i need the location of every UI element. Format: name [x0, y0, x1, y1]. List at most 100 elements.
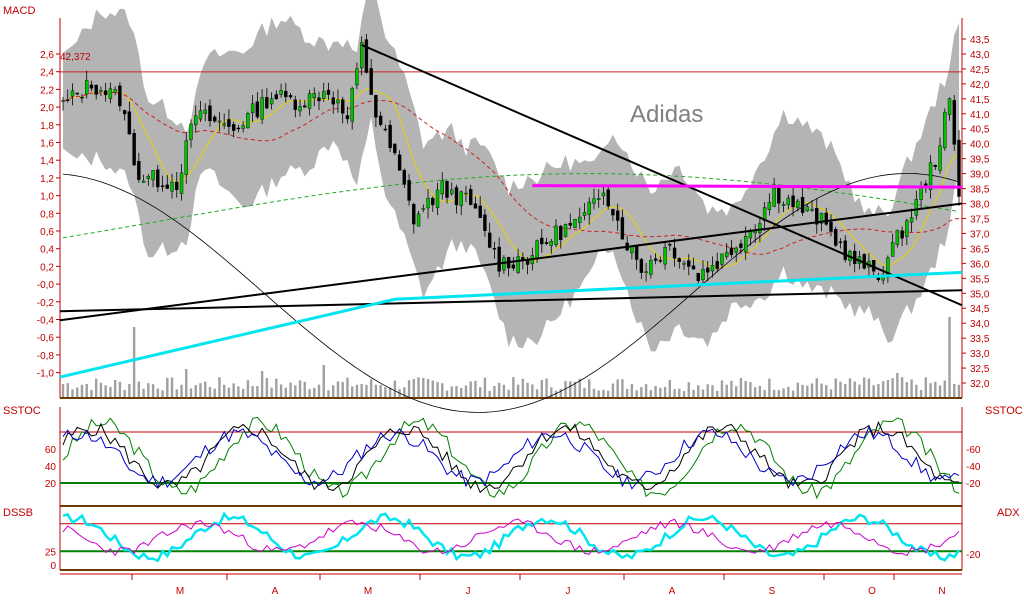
candle-body: [890, 242, 895, 257]
candle-body: [269, 98, 274, 105]
volume-bar: [881, 381, 885, 397]
volume-bar: [417, 377, 420, 397]
volume-bar: [734, 386, 738, 397]
candle-body: [540, 237, 544, 245]
candle-body: [720, 253, 724, 265]
candle-body: [122, 110, 127, 115]
volume-bar: [829, 389, 833, 397]
candle-body: [350, 88, 354, 122]
candle-body: [644, 271, 648, 273]
candle-body: [559, 225, 563, 240]
volume-bar: [71, 389, 74, 397]
volume-bar: [464, 385, 468, 397]
volume-bar: [393, 380, 397, 397]
volume-bar: [322, 365, 325, 397]
macd-axis-label: MACD: [3, 5, 35, 17]
volume-bar: [313, 387, 316, 397]
candle-body: [587, 201, 591, 215]
candle-body: [431, 197, 435, 206]
candle-body: [729, 247, 734, 255]
candle-body: [473, 203, 478, 209]
candle-body: [658, 260, 663, 262]
macd-tick-label: -0,8: [37, 351, 55, 362]
candle-body: [687, 260, 691, 267]
macd-tick-label: -0,2: [37, 298, 55, 309]
time-label: M: [364, 586, 372, 597]
candle-body: [445, 180, 449, 198]
volume-bar: [777, 390, 781, 397]
candle-body: [606, 189, 610, 207]
volume-bar: [957, 384, 961, 397]
volume-bar: [635, 390, 638, 397]
volume-bar: [834, 378, 837, 397]
volume-bar: [630, 384, 634, 397]
volume-bar: [649, 390, 653, 397]
candle-body: [914, 199, 919, 216]
volume-bar: [877, 384, 880, 397]
candle-body: [331, 97, 335, 105]
candle-body: [843, 240, 847, 260]
macd-tick-label: 2,4: [40, 68, 54, 79]
candle-body: [947, 98, 952, 115]
stoc-tick-right: -40: [966, 462, 981, 473]
candle-body: [175, 181, 179, 190]
candle-body: [943, 111, 947, 149]
volume-bar: [61, 384, 65, 397]
volume-bar: [109, 387, 112, 397]
candle-body: [317, 97, 321, 102]
volume-bar: [327, 390, 330, 397]
candle-body: [772, 187, 776, 207]
dssb-tick-left: 0: [50, 561, 56, 572]
candle-body: [554, 225, 558, 245]
volume-bar: [132, 327, 136, 397]
volume-bar: [810, 383, 814, 397]
candle-body: [450, 189, 454, 195]
candle-body: [407, 180, 411, 201]
volume-bar: [450, 386, 453, 397]
candle-body: [378, 115, 383, 125]
candle-body: [250, 103, 255, 114]
volume-bar: [104, 385, 107, 397]
price-tick-label: 40,5: [970, 125, 990, 136]
volume-bar: [697, 385, 700, 397]
macd-tick-label: 1,0: [40, 192, 54, 203]
volume-bar: [332, 385, 335, 397]
volume-bar: [588, 379, 591, 397]
candle-body: [620, 217, 625, 240]
macd-tick-label: -0,4: [37, 316, 55, 327]
macd-tick-label: 1,6: [40, 139, 54, 150]
candle-body: [75, 92, 79, 95]
stoc-signal-line: [62, 425, 960, 490]
volume-bar: [692, 389, 695, 397]
price-tick-label: 36,5: [970, 244, 990, 255]
volume-bar: [682, 390, 686, 397]
candle-body: [758, 223, 762, 233]
volume-bar: [768, 378, 771, 397]
price-tick-label: 37,0: [970, 229, 990, 240]
candle-body: [132, 133, 136, 166]
volume-bar: [801, 384, 804, 397]
candle-body: [70, 90, 75, 97]
volume-bar: [175, 389, 178, 397]
volume-bar: [213, 388, 216, 397]
volume-bar: [118, 381, 122, 397]
time-label: N: [938, 586, 945, 597]
volume-bar: [815, 378, 818, 397]
candle-body: [165, 184, 169, 189]
volume-bar: [156, 388, 160, 397]
volume-bar: [825, 385, 828, 397]
volume-bar: [412, 378, 416, 397]
volume-bar: [787, 386, 790, 397]
candle-body: [184, 140, 188, 175]
volume-bar: [758, 385, 762, 397]
macd-tick-label: -1,0: [37, 369, 55, 380]
volume-bar: [896, 373, 899, 397]
candle-body: [227, 119, 231, 127]
candle-body: [786, 197, 791, 205]
candle-body: [369, 68, 373, 95]
volume-bar: [94, 378, 98, 397]
candle-body: [189, 123, 193, 141]
candle-body: [355, 68, 359, 86]
volume-bar: [507, 389, 510, 397]
candle-body: [345, 115, 350, 120]
